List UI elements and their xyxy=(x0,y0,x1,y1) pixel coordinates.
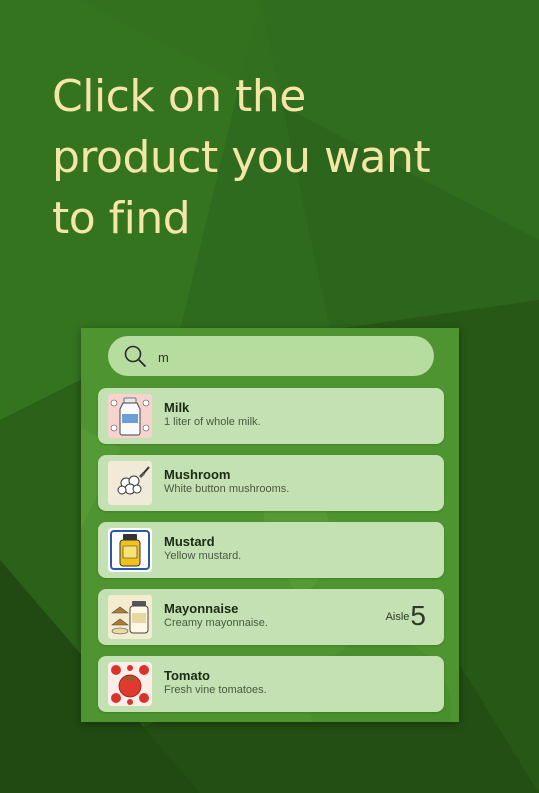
search-icon xyxy=(124,345,146,367)
mayonnaise-jar-icon xyxy=(108,595,152,639)
page-headline: Click on the product you want to find xyxy=(52,66,512,249)
milk-bottle-icon xyxy=(108,394,152,438)
aisle-indicator: Aisle 5 xyxy=(386,599,426,633)
result-name: Mayonnaise xyxy=(164,601,239,616)
result-item-mustard[interactable]: Mustard Yellow mustard. xyxy=(98,522,444,578)
result-name: Mushroom xyxy=(164,467,231,482)
tomato-icon xyxy=(108,662,152,706)
mushroom-icon xyxy=(108,461,152,505)
result-description: Creamy mayonnaise. xyxy=(164,617,268,629)
result-item-mayonnaise[interactable]: Mayonnaise Creamy mayonnaise. Aisle 5 xyxy=(98,589,444,645)
result-item-mushroom[interactable]: Mushroom White button mushrooms. xyxy=(98,455,444,511)
headline-line-2: product you want xyxy=(52,132,431,183)
mustard-jar-icon xyxy=(108,528,152,572)
search-input[interactable]: m xyxy=(158,350,169,365)
search-bar[interactable]: m xyxy=(108,336,434,376)
result-item-tomato[interactable]: Tomato Fresh vine tomatoes. xyxy=(98,656,444,712)
headline-line-3: to find xyxy=(52,193,191,244)
aisle-label: Aisle xyxy=(385,611,410,623)
result-description: 1 liter of whole milk. xyxy=(164,416,261,428)
result-description: Yellow mustard. xyxy=(164,550,242,562)
headline-line-1: Click on the xyxy=(52,71,306,122)
product-search-panel: m Milk 1 liter of whole milk. Mushroom W… xyxy=(81,328,459,722)
result-name: Milk xyxy=(164,400,190,415)
aisle-number: 5 xyxy=(410,600,426,631)
result-name: Tomato xyxy=(164,668,210,683)
result-item-milk[interactable]: Milk 1 liter of whole milk. xyxy=(98,388,444,444)
result-description: Fresh vine tomatoes. xyxy=(164,684,267,696)
result-name: Mustard xyxy=(164,534,215,549)
result-description: White button mushrooms. xyxy=(164,483,290,495)
